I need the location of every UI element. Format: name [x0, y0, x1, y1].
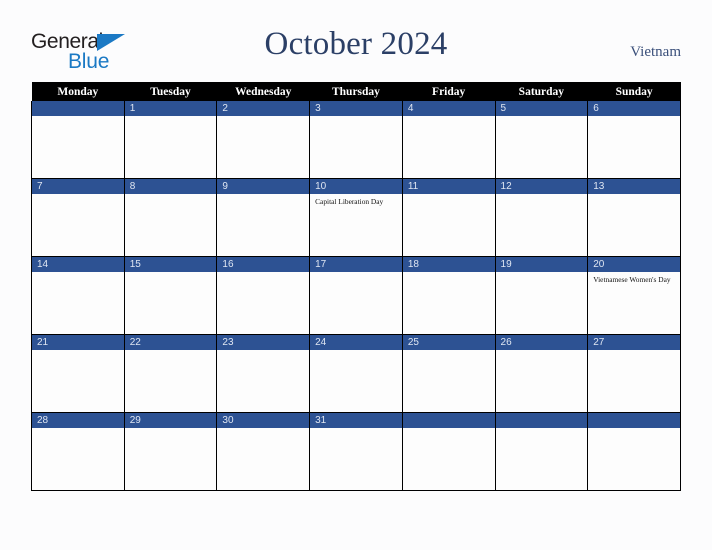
calendar-week-row: 28 29 30 31 — [31, 412, 681, 491]
weekday-header-row: Monday Tuesday Wednesday Thursday Friday… — [31, 82, 681, 101]
day-number: 1 — [124, 101, 217, 116]
weekday-header-monday: Monday — [31, 82, 125, 101]
calendar-day-cell[interactable]: 8 — [123, 178, 218, 257]
weekday-header-tuesday: Tuesday — [124, 82, 217, 101]
calendar-day-cell[interactable] — [401, 412, 496, 491]
day-number: 21 — [32, 335, 124, 350]
calendar-page: General Blue October 2024 Vietnam Monday… — [0, 0, 712, 550]
calendar-day-cell[interactable]: 28 — [31, 412, 125, 491]
calendar-day-cell[interactable]: 7 — [31, 178, 125, 257]
country-label: Vietnam — [630, 44, 681, 60]
calendar-day-cell[interactable]: 20 Vietnamese Women's Day — [587, 256, 681, 335]
day-number: 25 — [402, 335, 495, 350]
calendar-day-cell[interactable]: 1 — [123, 101, 218, 179]
calendar-day-cell[interactable]: 12 — [494, 178, 589, 257]
calendar-day-cell[interactable]: 14 — [31, 256, 125, 335]
day-number: 16 — [217, 257, 310, 272]
day-number — [588, 413, 680, 428]
day-number: 5 — [495, 101, 588, 116]
day-number: 22 — [124, 335, 217, 350]
calendar-day-cell[interactable]: 19 — [494, 256, 589, 335]
day-number: 31 — [310, 413, 402, 428]
calendar-week-row: 21 22 23 24 25 26 27 — [31, 334, 681, 413]
calendar-day-cell[interactable] — [494, 412, 589, 491]
calendar-day-cell[interactable]: 25 — [401, 334, 496, 413]
calendar-day-cell[interactable]: 6 — [587, 101, 681, 179]
weekday-header-saturday: Saturday — [495, 82, 588, 101]
calendar-day-cell[interactable]: 23 — [216, 334, 311, 413]
calendar-day-cell[interactable]: 29 — [123, 412, 218, 491]
calendar-week-row: 123456 — [31, 101, 681, 179]
calendar-week-row: 14 15 16 17 18 19 20 Vietnamese Women's Day — [31, 256, 681, 335]
day-number: 3 — [310, 101, 402, 116]
page-title: October 2024 — [264, 26, 448, 62]
calendar-day-cell[interactable]: 22 — [123, 334, 218, 413]
calendar-week-row: 7 8 9 10 Capital Liberation Day 11 12 13 — [31, 178, 681, 257]
weekday-header-thursday: Thursday — [309, 82, 403, 101]
calendar-day-cell[interactable]: 24 — [309, 334, 403, 413]
calendar-day-cell[interactable]: 9 — [216, 178, 311, 257]
calendar-day-cell[interactable]: 17 — [309, 256, 403, 335]
day-number: 29 — [124, 413, 217, 428]
weekday-header-friday: Friday — [402, 82, 496, 101]
day-number: 10 — [310, 179, 402, 194]
calendar-day-cell[interactable]: 18 — [401, 256, 496, 335]
calendar-day-cell[interactable]: 31 — [309, 412, 403, 491]
month-calendar-grid: Monday Tuesday Wednesday Thursday Friday… — [31, 82, 681, 491]
day-number: 27 — [588, 335, 680, 350]
day-number: 24 — [310, 335, 402, 350]
day-number: 7 — [32, 179, 124, 194]
day-number — [32, 101, 124, 116]
calendar-day-cell[interactable]: 4 — [401, 101, 496, 179]
day-number: 26 — [495, 335, 588, 350]
day-number: 17 — [310, 257, 402, 272]
day-number: 18 — [402, 257, 495, 272]
day-number: 11 — [402, 179, 495, 194]
weekday-header-wednesday: Wednesday — [216, 82, 310, 101]
calendar-day-cell[interactable]: 21 — [31, 334, 125, 413]
weekday-header-sunday: Sunday — [587, 82, 681, 101]
holiday-label: Vietnamese Women's Day — [593, 275, 671, 284]
calendar-day-cell[interactable]: 27 — [587, 334, 681, 413]
day-number: 9 — [217, 179, 310, 194]
day-number: 15 — [124, 257, 217, 272]
day-number: 19 — [495, 257, 588, 272]
day-number: 30 — [217, 413, 310, 428]
calendar-day-cell[interactable]: 26 — [494, 334, 589, 413]
day-number: 28 — [32, 413, 124, 428]
calendar-day-cell[interactable]: 10 Capital Liberation Day — [309, 178, 403, 257]
calendar-day-cell[interactable] — [31, 101, 125, 179]
day-number: 8 — [124, 179, 217, 194]
calendar-day-cell[interactable]: 3 — [309, 101, 403, 179]
day-number: 13 — [588, 179, 680, 194]
calendar-day-cell[interactable]: 5 — [494, 101, 589, 179]
day-number: 4 — [402, 101, 495, 116]
day-number — [495, 413, 588, 428]
calendar-day-cell[interactable] — [587, 412, 681, 491]
day-number — [402, 413, 495, 428]
calendar-day-cell[interactable]: 30 — [216, 412, 311, 491]
day-number: 14 — [32, 257, 124, 272]
day-number: 23 — [217, 335, 310, 350]
page-header: General Blue October 2024 Vietnam — [0, 0, 712, 82]
calendar-day-cell[interactable]: 13 — [587, 178, 681, 257]
calendar-day-cell[interactable]: 2 — [216, 101, 311, 179]
calendar-day-cell[interactable]: 11 — [401, 178, 496, 257]
calendar-body: 1 2 3 4 5 6 7 8 9 10 Capital Liberation Day 11 12 13 1… — [31, 101, 681, 491]
calendar-day-cell[interactable]: 16 — [216, 256, 311, 335]
day-number: 6 — [588, 101, 680, 116]
calendar-day-cell[interactable]: 15 — [123, 256, 218, 335]
holiday-label: Capital Liberation Day — [315, 197, 384, 206]
day-number: 12 — [495, 179, 588, 194]
day-number: 20 — [588, 257, 680, 272]
day-number: 2 — [217, 101, 310, 116]
